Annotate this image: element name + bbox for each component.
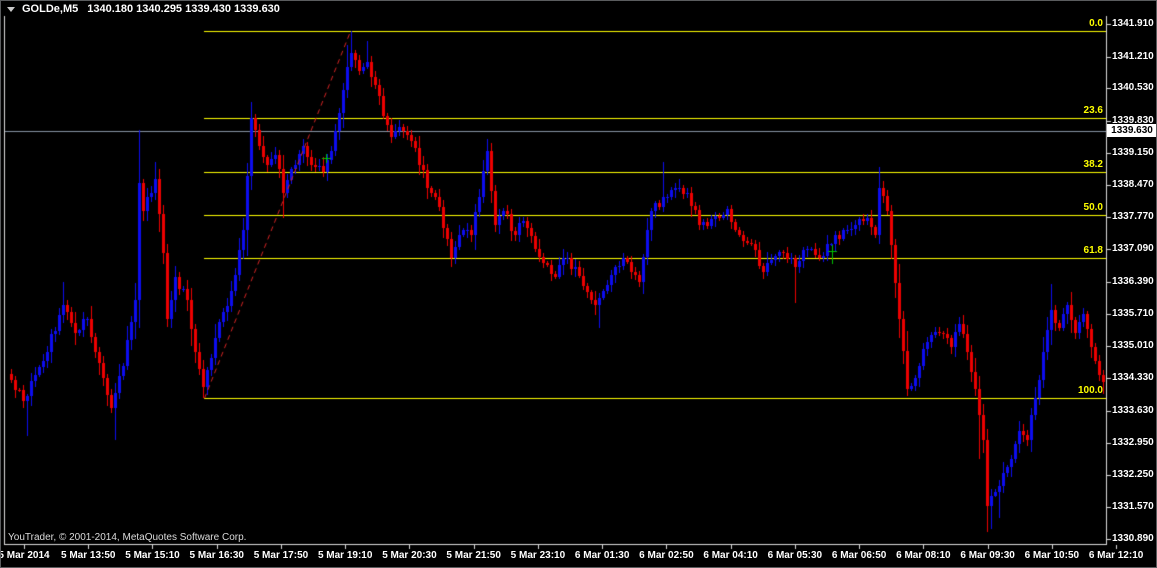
fib-level-label: 38.2: [1083, 158, 1103, 170]
time-tick-label: 6 Mar 09:30: [960, 550, 1015, 561]
price-tick-label: 1332.250: [1112, 469, 1154, 481]
price-tick-label: 1337.090: [1112, 243, 1154, 255]
fib-level-label: 0.0: [1089, 18, 1103, 30]
chart-canvas[interactable]: [1, 1, 1156, 567]
fib-level-label: 50.0: [1083, 201, 1103, 213]
fib-level-label: 61.8: [1083, 245, 1103, 257]
fib-level-label: 23.6: [1083, 104, 1103, 116]
price-tick-label: 1341.910: [1112, 18, 1154, 29]
time-tick-label: 5 Mar 17:50: [253, 550, 309, 561]
price-tick-label: 1334.330: [1112, 372, 1154, 384]
price-tick-label: 1336.390: [1112, 275, 1154, 287]
time-tick-label: 6 Mar 08:10: [896, 550, 951, 561]
price-tick-label: 1341.210: [1112, 50, 1154, 62]
title-bar: GOLDe,M5 1340.180 1340.295 1339.430 1339…: [7, 3, 280, 15]
time-tick-label: 5 Mar 16:30: [189, 550, 244, 561]
price-tick-label: 1332.950: [1112, 436, 1154, 448]
chevron-down-icon[interactable]: [7, 6, 15, 12]
price-tick-label: 1335.710: [1112, 307, 1154, 319]
time-tick-label: 6 Mar 04:10: [703, 550, 758, 561]
chart-window: GOLDe,M5 1340.180 1340.295 1339.430 1339…: [0, 0, 1157, 568]
price-tick-label: 1339.150: [1112, 146, 1154, 158]
price-tick-label: 1337.770: [1112, 211, 1154, 223]
time-tick-label: 6 Mar 06:50: [831, 550, 887, 561]
time-tick-label: 6 Mar 01:30: [574, 550, 630, 561]
copyright-label: YouTrader, © 2001-2014, MetaQuotes Softw…: [8, 532, 247, 543]
price-tick-label: 1338.470: [1112, 178, 1154, 190]
time-tick-label: 6 Mar 05:30: [767, 550, 823, 561]
chart-title-symbol: GOLDe,M5: [22, 3, 79, 15]
price-tick-label: 1331.570: [1112, 501, 1154, 513]
time-tick-label: 5 Mar 2014: [0, 550, 50, 561]
time-tick-label: 5 Mar 13:50: [60, 550, 116, 561]
time-tick-label: 6 Mar 02:50: [639, 550, 694, 561]
time-tick-label: 5 Mar 23:10: [510, 550, 566, 561]
price-tick-label: 1340.530: [1112, 82, 1154, 94]
price-tick-label: 1330.890: [1112, 533, 1154, 544]
chart-title-ohlc: 1340.180 1340.295 1339.430 1339.630: [87, 3, 280, 15]
fib-level-label: 100.0: [1077, 385, 1103, 397]
time-tick-label: 5 Mar 15:10: [125, 550, 180, 561]
current-price-box: 1339.630: [1107, 123, 1156, 137]
time-tick-label: 6 Mar 12:10: [1088, 550, 1144, 561]
current-price-value: 1339.630: [1111, 124, 1153, 136]
price-tick-label: 1333.630: [1112, 404, 1154, 416]
time-tick-label: 5 Mar 19:10: [317, 550, 373, 561]
time-tick-label: 5 Mar 20:30: [382, 550, 437, 561]
time-tick-label: 5 Mar 21:50: [446, 550, 501, 561]
price-tick-label: 1335.010: [1112, 340, 1154, 352]
time-tick-label: 6 Mar 10:50: [1024, 550, 1080, 561]
